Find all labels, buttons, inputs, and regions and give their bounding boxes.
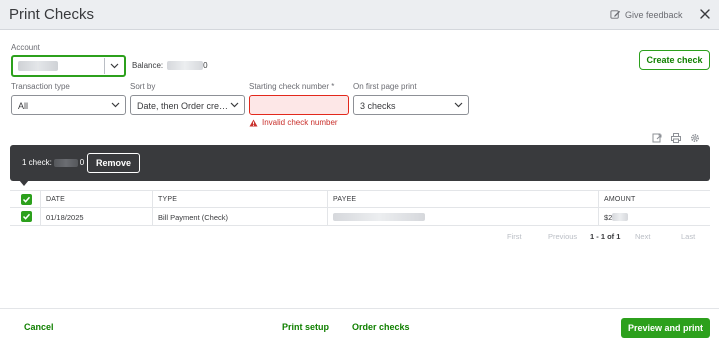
selection-bar: 1 check: 0 Remove <box>10 145 710 181</box>
starting-check-number-input[interactable] <box>249 95 349 115</box>
row-amount: $2 <box>598 208 710 225</box>
first-page-print-value: 3 checks <box>360 101 396 111</box>
warning-icon <box>249 118 258 127</box>
payee-redacted <box>333 213 425 221</box>
amount-redacted <box>612 213 629 221</box>
close-icon[interactable] <box>699 8 711 20</box>
column-header-type[interactable]: TYPE <box>152 191 328 208</box>
starting-check-number-label: Starting check number * <box>249 82 335 91</box>
checkmark-icon <box>22 196 31 203</box>
print-icon[interactable] <box>671 133 681 143</box>
pager-range: 1 - 1 of 1 <box>590 232 621 241</box>
give-feedback-label: Give feedback <box>625 9 683 20</box>
pager-next[interactable]: Next <box>635 232 650 241</box>
chevron-down-icon <box>111 102 120 108</box>
transaction-type-label: Transaction type <box>11 82 70 91</box>
row-date: 01/18/2025 <box>40 208 153 225</box>
create-check-button[interactable]: Create check <box>639 50 710 70</box>
starting-check-error: Invalid check number <box>249 118 338 127</box>
sort-by-label: Sort by <box>130 82 156 91</box>
print-setup-button[interactable]: Print setup <box>282 322 329 332</box>
balance-display: Balance: 0 <box>132 61 208 70</box>
dialog-header: Print Checks Give feedback <box>0 0 719 30</box>
starting-check-error-text: Invalid check number <box>262 118 338 127</box>
row-type: Bill Payment (Check) <box>152 208 328 225</box>
account-select[interactable] <box>11 55 126 77</box>
account-value-redacted <box>18 61 58 71</box>
pager-last[interactable]: Last <box>681 232 695 241</box>
row-amount-prefix: $2 <box>604 213 613 222</box>
balance-value-redacted <box>167 61 204 70</box>
chevron-down-icon <box>110 63 119 69</box>
preview-and-print-button[interactable]: Preview and print <box>621 318 710 338</box>
dialog-title: Print Checks <box>9 6 95 23</box>
checkmark-icon <box>22 213 31 220</box>
column-header-date[interactable]: DATE <box>40 191 153 208</box>
account-select-divider <box>104 58 105 74</box>
sort-by-value: Date, then Order cre… <box>137 101 229 111</box>
column-header-payee[interactable]: PAYEE <box>327 191 599 208</box>
settings-icon[interactable] <box>690 133 700 143</box>
transaction-type-value: All <box>18 101 29 111</box>
pagination: First Previous 1 - 1 of 1 Next Last <box>0 232 719 242</box>
cancel-button[interactable]: Cancel <box>24 322 54 332</box>
remove-button[interactable]: Remove <box>87 153 140 173</box>
column-header-amount[interactable]: AMOUNT <box>598 191 710 208</box>
selection-amount-redacted <box>53 158 78 167</box>
table-toolbar <box>652 133 700 143</box>
pager-first[interactable]: First <box>507 232 522 241</box>
balance-suffix: 0 <box>203 61 208 70</box>
row-checkbox[interactable] <box>21 211 32 222</box>
selection-summary: 1 check: 0 <box>22 158 84 167</box>
selection-count: 1 check: <box>22 158 52 167</box>
chevron-down-icon <box>454 102 463 108</box>
first-page-print-select[interactable]: 3 checks <box>353 95 469 115</box>
export-icon[interactable] <box>652 133 662 143</box>
balance-label: Balance: <box>132 61 164 70</box>
feedback-pencil-icon <box>610 10 621 19</box>
give-feedback-link[interactable]: Give feedback <box>610 9 683 20</box>
chevron-down-icon <box>230 102 239 108</box>
first-page-print-label: On first page print <box>353 82 417 91</box>
table-header-row: DATE TYPE PAYEE AMOUNT <box>10 190 710 208</box>
transaction-type-select[interactable]: All <box>11 95 126 115</box>
account-label: Account <box>11 43 40 52</box>
table-row[interactable]: 01/18/2025 Bill Payment (Check) $2 <box>10 208 710 226</box>
row-payee <box>327 208 599 225</box>
select-all-checkbox[interactable] <box>21 194 32 205</box>
pager-previous[interactable]: Previous <box>548 232 577 241</box>
sort-by-select[interactable]: Date, then Order cre… <box>130 95 245 115</box>
footer-divider <box>0 308 719 309</box>
selection-amount-suffix: 0 <box>79 158 85 167</box>
selection-bar-caret <box>19 180 29 186</box>
order-checks-button[interactable]: Order checks <box>352 322 410 332</box>
